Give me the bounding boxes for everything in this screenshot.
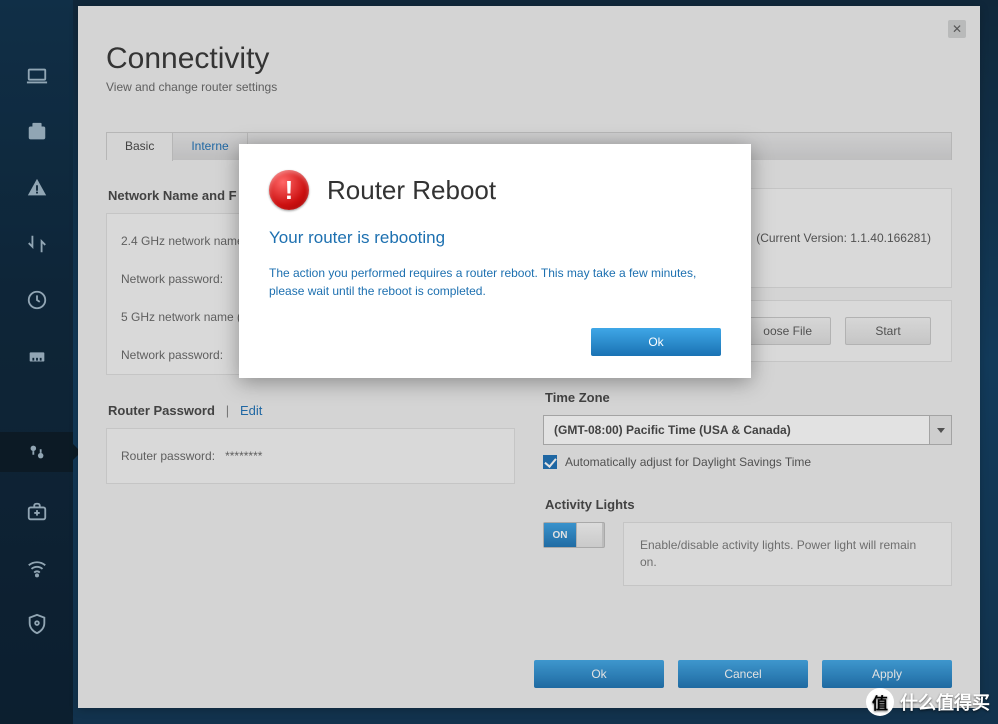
watermark-logo: 值 — [866, 688, 894, 716]
watermark-text: 什么值得买 — [900, 689, 990, 715]
exclamation-icon: ! — [269, 170, 309, 210]
watermark: 值 什么值得买 — [866, 688, 990, 716]
modal-title: Router Reboot — [327, 175, 496, 206]
modal-body: The action you performed requires a rout… — [269, 264, 709, 300]
modal-subtitle: Your router is rebooting — [269, 228, 721, 248]
router-reboot-dialog: ! Router Reboot Your router is rebooting… — [239, 144, 751, 378]
modal-ok-button[interactable]: Ok — [591, 328, 721, 356]
